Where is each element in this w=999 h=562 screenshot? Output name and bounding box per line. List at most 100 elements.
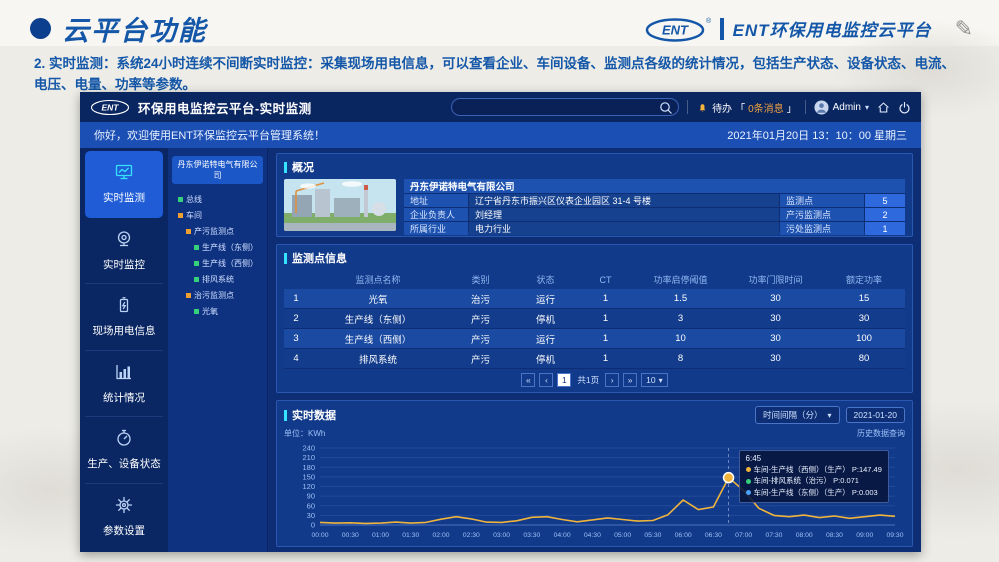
sidebar-item-label: 生产、设备状态	[87, 456, 161, 471]
cell-gate-time: 30	[728, 349, 823, 369]
page-total: 共1页	[575, 374, 601, 386]
svg-text:01:00: 01:00	[372, 532, 389, 539]
sidebar-item-parameter-settings[interactable]: 参数设置	[85, 484, 163, 550]
date-picker[interactable]: 2021-01-20	[846, 407, 905, 423]
svg-text:02:00: 02:00	[433, 532, 450, 539]
sidebar-item-statistics[interactable]: 统计情况	[85, 351, 163, 418]
cell-gate-time: 30	[728, 289, 823, 309]
cell-gate-time: 30	[728, 309, 823, 329]
cell-status: 停机	[513, 309, 578, 329]
svg-text:30: 30	[307, 511, 315, 520]
search-input[interactable]	[452, 99, 678, 115]
stat-value: 2	[865, 208, 905, 221]
history-query-link[interactable]: 历史数据查询	[857, 428, 905, 439]
svg-text:05:00: 05:00	[614, 532, 631, 539]
pen-icon: ✎	[955, 16, 973, 42]
tree-item-treatment-points[interactable]: 治污监测点	[172, 287, 263, 303]
monitor-points-panel: 监测点信息 监测点名称 类别 状态 CT 功率启停阈值 功率门限时间 额定功率	[276, 244, 913, 393]
svg-text:90: 90	[307, 492, 315, 501]
user-menu[interactable]: Admin ▾	[814, 100, 869, 115]
table-row[interactable]: 3生产线（西侧）产污运行11030100	[284, 329, 905, 349]
monitor-icon	[114, 162, 134, 185]
page-prev-button[interactable]: ‹	[539, 373, 553, 387]
sidebar-item-label: 实时监控	[103, 257, 145, 272]
tree-root-company[interactable]: 丹东伊诺特电气有限公司	[172, 156, 263, 184]
cell-ct: 1	[578, 289, 633, 309]
company-info-table: 丹东伊诺特电气有限公司 地址 辽宁省丹东市振兴区仪表企业园区 31-4 号楼 监…	[404, 179, 905, 231]
sidebar-item-site-power-info[interactable]: 现场用电信息	[85, 284, 163, 351]
todo-messages[interactable]: 待办 「 0条消息 」	[696, 100, 797, 115]
tree-item-line-east[interactable]: 生产线（东侧）	[172, 239, 263, 255]
ent-logo-text: ENT	[662, 22, 689, 37]
page-size-select[interactable]: 10 ▾	[641, 373, 667, 387]
page-next-button[interactable]: ›	[605, 373, 619, 387]
cell-status: 运行	[513, 329, 578, 349]
tree-bullet-icon	[186, 293, 191, 298]
header-divider	[805, 100, 806, 114]
tree-item-photo-oxygen[interactable]: 光氧	[172, 303, 263, 319]
svg-text:210: 210	[302, 453, 315, 462]
cell-index: 2	[284, 309, 308, 329]
svg-text:00:30: 00:30	[342, 532, 359, 539]
page-last-button[interactable]: »	[623, 373, 637, 387]
cell-threshold: 8	[633, 349, 728, 369]
sidebar-item-realtime-monitoring[interactable]: 实时监测	[85, 151, 163, 218]
cell-threshold: 1.5	[633, 289, 728, 309]
cell-rated-power: 80	[823, 349, 905, 369]
search-icon[interactable]	[659, 101, 673, 120]
page-title: 云平台功能	[62, 9, 207, 48]
home-button[interactable]	[877, 101, 890, 114]
info-label: 企业负责人	[404, 208, 468, 221]
cell-status: 运行	[513, 289, 578, 309]
table-row[interactable]: 1光氧治污运行11.53015	[284, 289, 905, 309]
slide-description: 2. 实时监测：系统24小时连续不间断实时监控：采集现场用电信息，可以查看企业、…	[34, 54, 965, 96]
registered-mark: ®	[706, 17, 711, 25]
site-photo	[284, 179, 396, 231]
todo-bracket-close: 」	[787, 100, 797, 115]
tree-item-label: 治污监测点	[194, 290, 234, 301]
sidebar-item-production-device-status[interactable]: 生产、设备状态	[85, 417, 163, 484]
sidebar-item-realtime-video[interactable]: 实时监控	[85, 218, 163, 285]
tree-bullet-icon	[194, 309, 199, 314]
stat-label: 产污监测点	[780, 208, 864, 221]
tree-bullet-icon	[194, 261, 199, 266]
tree-item-pollution-points[interactable]: 产污监测点	[172, 223, 263, 239]
tree-item-bus[interactable]: 总线	[172, 191, 263, 207]
header-divider	[687, 100, 688, 114]
ent-logo: ENT ®	[645, 15, 711, 43]
realtime-data-panel: 实时数据 时间间隔（分） ▾ 2021-01-20 单位：KWh 历史数据查询 …	[276, 400, 913, 547]
tree-item-workshop[interactable]: 车间	[172, 207, 263, 223]
tree-item-line-west[interactable]: 生产线（西侧）	[172, 255, 263, 271]
svg-text:120: 120	[302, 482, 315, 491]
page-number[interactable]: 1	[557, 373, 571, 387]
bell-icon	[696, 101, 709, 114]
cell-ct: 1	[578, 309, 633, 329]
section-bar	[284, 162, 287, 173]
table-row[interactable]: 2生产线（东侧）产污停机133030	[284, 309, 905, 329]
svg-text:09:30: 09:30	[886, 532, 903, 539]
svg-text:08:30: 08:30	[826, 532, 843, 539]
cell-rated-power: 15	[823, 289, 905, 309]
interval-select[interactable]: 时间间隔（分） ▾	[755, 406, 840, 424]
realtime-title: 实时数据	[292, 407, 336, 423]
username: Admin	[833, 102, 861, 113]
page-first-button[interactable]: «	[521, 373, 535, 387]
cell-ct: 1	[578, 349, 633, 369]
interval-label: 时间间隔（分）	[763, 409, 823, 421]
tree-bullet-icon	[178, 213, 183, 218]
power-button[interactable]	[898, 101, 911, 114]
svg-text:60: 60	[307, 501, 315, 510]
tree-bullet-icon	[194, 277, 199, 282]
svg-text:03:30: 03:30	[523, 532, 540, 539]
line-chart-svg: 030609012015018021024000:0000:3001:0001:…	[284, 440, 905, 541]
welcome-bar: 你好，欢迎使用ENT环保监控云平台管理系统！ 2021年01月20日 13：10…	[80, 122, 921, 148]
tree-item-exhaust-system[interactable]: 排风系统	[172, 271, 263, 287]
cell-index: 4	[284, 349, 308, 369]
svg-text:07:00: 07:00	[735, 532, 752, 539]
cell-rated-power: 100	[823, 329, 905, 349]
col-header: CT	[578, 270, 633, 289]
info-value: 辽宁省丹东市振兴区仪表企业园区 31-4 号楼	[469, 194, 779, 207]
cell-name: 生产线（东侧）	[308, 309, 448, 329]
avatar	[814, 100, 829, 115]
table-row[interactable]: 4排风系统产污停机183080	[284, 349, 905, 369]
